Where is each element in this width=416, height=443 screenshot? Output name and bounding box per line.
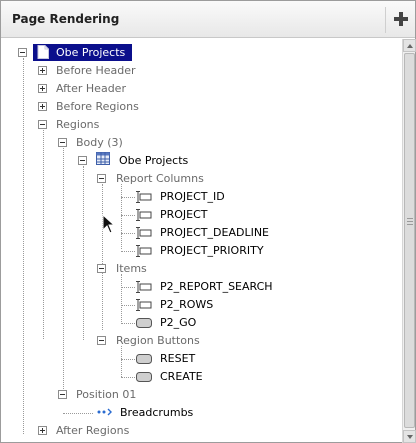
scrollbar-thumb[interactable] [404, 53, 415, 428]
vertical-scrollbar[interactable] [402, 39, 416, 443]
mouse-pointer-icon [102, 214, 116, 234]
tree-connector [121, 287, 135, 288]
tree-connector [83, 166, 84, 340]
collapse-toggle[interactable] [97, 336, 106, 345]
text-item-icon [136, 281, 152, 293]
collapse-toggle[interactable] [78, 156, 87, 165]
tree-node-item[interactable]: P2_ROWS [160, 298, 213, 312]
add-button[interactable] [389, 7, 413, 31]
tree-node-obe-projects-region[interactable]: Obe Projects [119, 154, 188, 168]
tree-node-report-columns[interactable]: Report Columns [116, 172, 204, 186]
tree-node-after-regions[interactable]: After Regions [56, 424, 129, 438]
tree-node-column[interactable]: PROJECT [160, 208, 208, 222]
column-icon [136, 245, 152, 257]
tree-connector [121, 346, 122, 377]
report-grid-icon [96, 152, 110, 165]
tree-node-root[interactable]: Obe Projects [33, 44, 132, 61]
tree-connector [121, 305, 135, 306]
plus-icon [394, 12, 408, 26]
tree-node-button[interactable]: RESET [160, 352, 195, 366]
column-icon [136, 191, 152, 203]
tree-connector [63, 148, 64, 393]
tree-connector [102, 184, 103, 330]
tree-node-region-buttons[interactable]: Region Buttons [116, 334, 200, 348]
header-divider [385, 7, 386, 33]
tree-node-items[interactable]: Items [116, 262, 147, 276]
button-icon [136, 372, 152, 382]
tree-connector [121, 197, 135, 198]
button-icon [136, 354, 152, 364]
button-item-icon [136, 318, 152, 328]
tree-connector [23, 58, 24, 434]
tree-connector [121, 359, 135, 360]
tree-node-before-regions[interactable]: Before Regions [56, 100, 139, 114]
tree-node-column[interactable]: PROJECT_DEADLINE [160, 226, 269, 240]
tree-node-before-header[interactable]: Before Header [56, 64, 136, 78]
column-icon [136, 227, 152, 239]
tree-node-body[interactable]: Body (3) [76, 136, 123, 150]
scrollbar-grip-icon [407, 218, 413, 227]
tree-connector [121, 323, 135, 324]
tree-node-position[interactable]: Position 01 [76, 388, 136, 402]
expand-toggle[interactable] [38, 102, 47, 111]
tree-node-regions[interactable]: Regions [56, 118, 99, 132]
tree-connector [121, 215, 135, 216]
panel-title: Page Rendering [12, 12, 120, 26]
collapse-toggle[interactable] [18, 48, 27, 57]
collapse-toggle[interactable] [97, 174, 106, 183]
tree-connector [43, 130, 44, 339]
scroll-down-arrow-icon[interactable] [403, 430, 416, 443]
tree-node-item[interactable]: P2_GO [160, 316, 196, 330]
collapse-toggle[interactable] [38, 120, 47, 129]
expand-toggle[interactable] [38, 66, 47, 75]
page-rendering-panel: Page Rendering Obe Projects Before Heade… [0, 0, 416, 443]
tree-node-after-header[interactable]: After Header [56, 82, 126, 96]
tree-connector [121, 233, 135, 234]
expand-toggle[interactable] [38, 84, 47, 93]
collapse-toggle[interactable] [58, 138, 67, 147]
tree-connector [121, 251, 135, 252]
tree-connector [121, 184, 122, 249]
tree-view: Obe Projects Before Header After Header … [1, 39, 401, 443]
page-icon [37, 45, 49, 59]
tree-node-column[interactable]: PROJECT_PRIORITY [160, 244, 264, 258]
tree-node-button[interactable]: CREATE [160, 370, 203, 384]
tree-node-item[interactable]: P2_REPORT_SEARCH [160, 280, 273, 294]
collapse-toggle[interactable] [58, 390, 67, 399]
column-icon [136, 209, 152, 221]
panel-header: Page Rendering [1, 1, 415, 38]
tree-node-breadcrumbs[interactable]: Breadcrumbs [120, 406, 193, 420]
tree-node-column[interactable]: PROJECT_ID [160, 190, 225, 204]
breadcrumb-icon [97, 408, 112, 416]
tree-connector [121, 377, 135, 378]
scroll-up-arrow-icon[interactable] [403, 39, 416, 52]
text-item-icon [136, 299, 152, 311]
tree-node-label: Obe Projects [56, 46, 126, 59]
tree-connector [63, 413, 93, 414]
expand-toggle[interactable] [38, 426, 47, 435]
tree-connector [121, 274, 122, 322]
collapse-toggle[interactable] [97, 264, 106, 273]
